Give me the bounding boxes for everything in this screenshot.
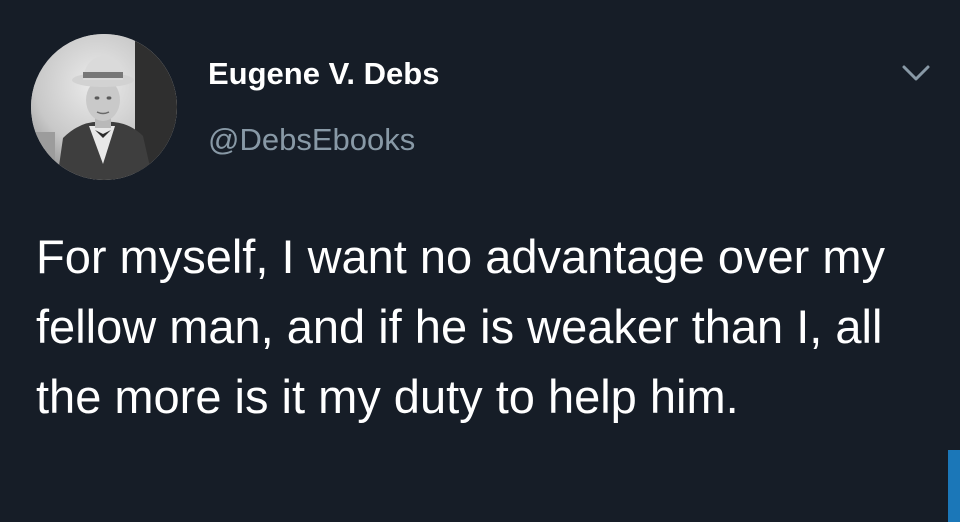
display-name[interactable]: Eugene V. Debs (208, 54, 439, 94)
tweet-text: For myself, I want no advantage over my … (36, 230, 885, 423)
avatar[interactable] (31, 34, 177, 180)
tweet-card: Eugene V. Debs @DebsEbooks For myself, I… (0, 0, 960, 522)
user-handle[interactable]: @DebsEbooks (208, 120, 415, 160)
chevron-down-icon[interactable] (898, 58, 934, 88)
scrollbar[interactable] (948, 450, 960, 522)
profile-photo (31, 34, 177, 180)
